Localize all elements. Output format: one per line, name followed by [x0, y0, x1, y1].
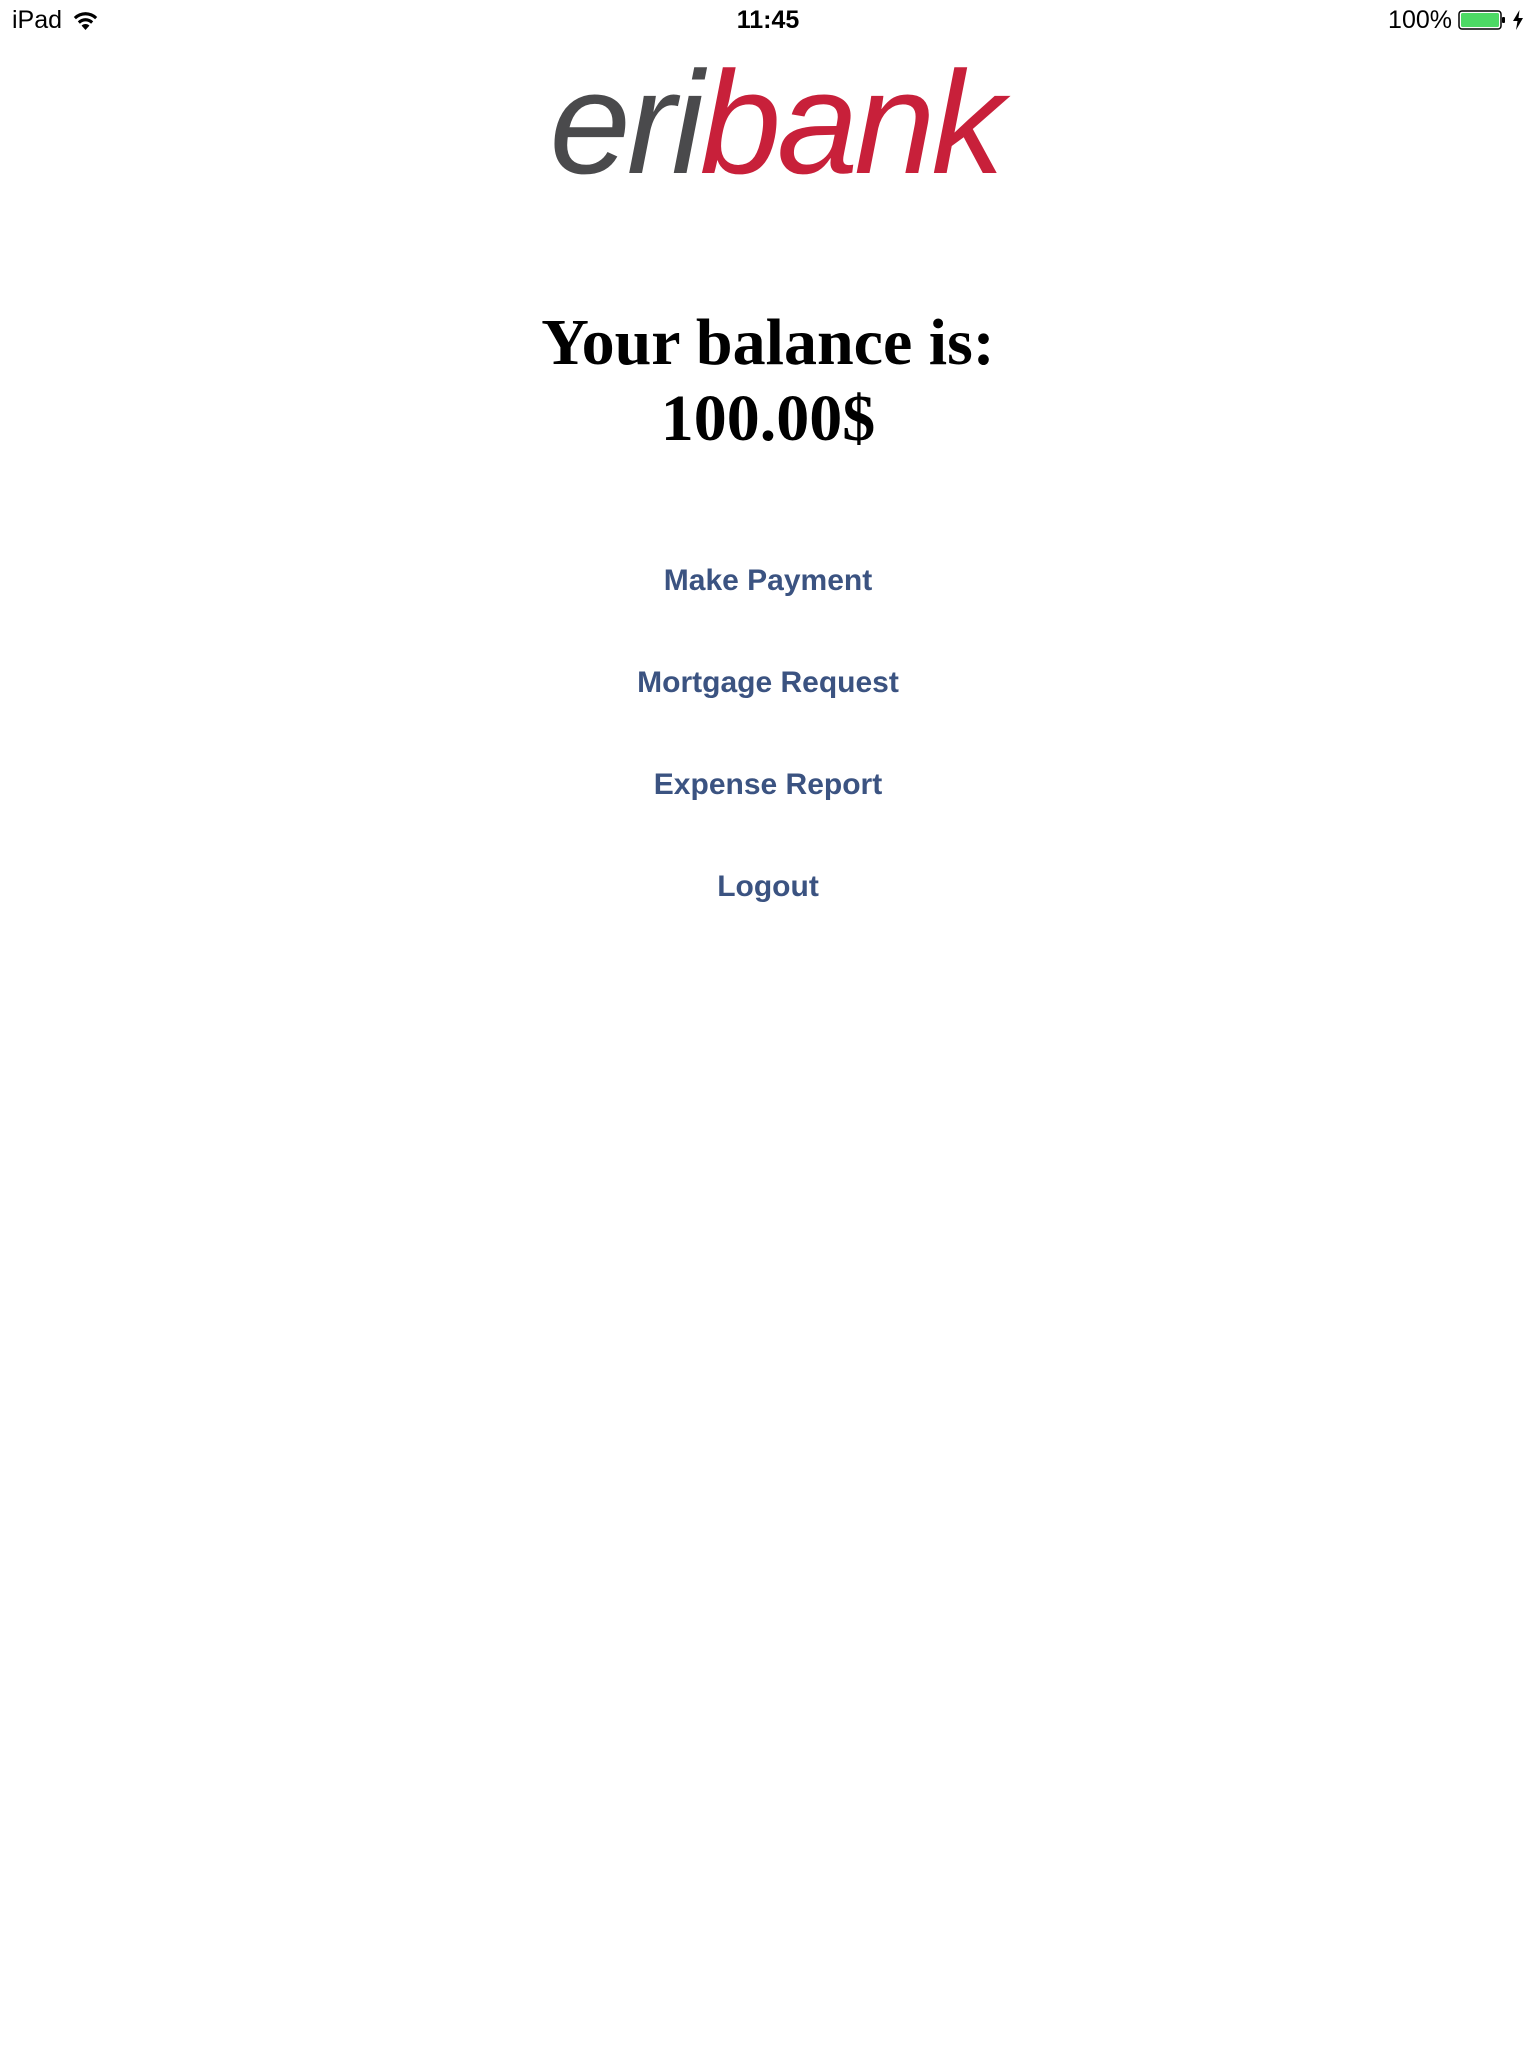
menu-item-mortgage-request: Mortgage Request: [0, 657, 1536, 759]
status-bar: iPad 11:45 100%: [0, 0, 1536, 40]
mortgage-request-button[interactable]: Mortgage Request: [627, 657, 909, 709]
logo-text-eri: eri: [549, 41, 704, 204]
logout-button[interactable]: Logout: [707, 861, 829, 913]
charging-bolt-icon: [1513, 10, 1523, 30]
status-right: 100%: [1388, 6, 1524, 34]
battery-percentage: 100%: [1388, 6, 1452, 34]
battery-icon: [1458, 10, 1505, 30]
status-time: 11:45: [736, 6, 800, 34]
menu-item-make-payment: Make Payment: [0, 555, 1536, 657]
menu-item-logout: Logout: [0, 861, 1536, 963]
main-menu: Make Payment Mortgage Request Expense Re…: [0, 555, 1536, 963]
make-payment-button[interactable]: Make Payment: [654, 555, 882, 607]
logo-text-bank: bank: [699, 41, 1005, 204]
eribank-logo: eribank: [540, 48, 1010, 198]
expense-report-button[interactable]: Expense Report: [644, 759, 892, 811]
balance-display: Your balance is: 100.00$: [0, 305, 1536, 457]
balance-label: Your balance is:: [541, 306, 995, 379]
menu-item-expense-report: Expense Report: [0, 759, 1536, 861]
balance-amount: 100.00$: [660, 382, 876, 455]
